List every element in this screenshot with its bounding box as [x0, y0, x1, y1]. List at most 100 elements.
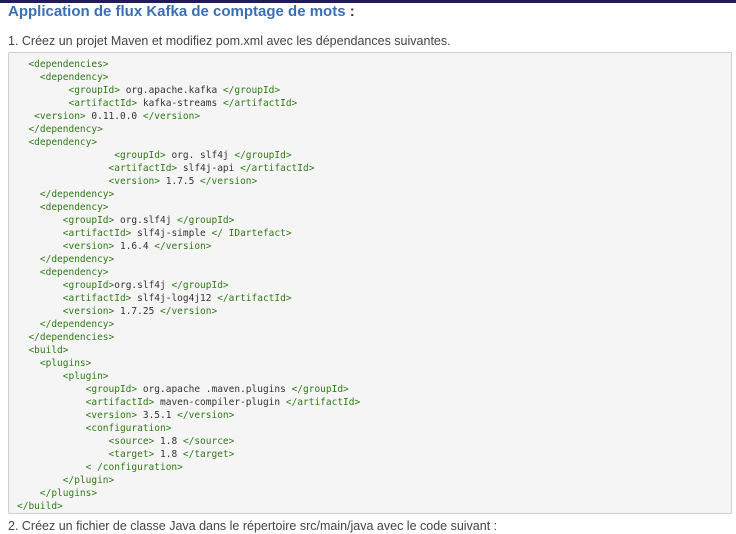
xml-tag: </groupId>	[171, 280, 229, 291]
xml-tag: <plugin>	[62, 371, 109, 382]
xml-tag: <artifactId>	[62, 228, 132, 239]
xml-value: 0.11.0.0	[85, 111, 143, 122]
xml-tag: </version>	[177, 410, 235, 421]
xml-tag: <artifactId>	[62, 293, 132, 304]
xml-tag: <version>	[85, 410, 138, 421]
xml-tag: <version>	[108, 176, 160, 187]
xml-value: 3.5.1	[137, 410, 178, 421]
xml-tag: </dependencies>	[28, 332, 115, 343]
code-line: <source> 1.8 </source>	[17, 435, 723, 448]
code-line: <groupId> org.apache .maven.plugins </gr…	[17, 383, 723, 396]
xml-tag: </version>	[200, 176, 258, 187]
xml-tag: <version>	[34, 111, 86, 122]
xml-value: 1.7.5	[160, 176, 201, 187]
xml-value: slf4j-log4j12	[131, 293, 218, 304]
xml-tag: <version>	[62, 241, 115, 252]
pom-xml-code: <dependencies> <dependency> <groupId> or…	[9, 53, 731, 513]
xml-tag: </target>	[182, 449, 235, 460]
xml-tag: <build>	[28, 345, 69, 356]
section-heading-title: Application de flux Kafka de comptage de…	[8, 3, 346, 20]
code-line: <groupId> org.apache.kafka </groupId>	[17, 84, 723, 97]
xml-tag: </artifactId>	[285, 397, 361, 408]
code-line: <dependency>	[17, 201, 723, 214]
xml-tag: </version>	[160, 306, 218, 317]
step-2-instruction: 2. Créez un fichier de classe Java dans …	[8, 519, 498, 533]
xml-tag: </dependency>	[39, 319, 115, 330]
xml-tag: <groupId>	[85, 384, 138, 395]
xml-tag: <groupId>	[62, 280, 115, 291]
code-line: <artifactId> maven-compiler-plugin </art…	[17, 396, 723, 409]
code-line: </dependency>	[17, 123, 723, 136]
xml-value: kafka-streams	[137, 98, 223, 109]
xml-value: 1.7.25	[114, 306, 161, 317]
code-line: <dependency>	[17, 71, 723, 84]
xml-tag: </plugin>	[62, 475, 115, 486]
xml-tag: </groupId>	[234, 150, 292, 161]
xml-tag: </groupId>	[177, 215, 235, 226]
xml-value: maven-compiler-plugin	[154, 397, 286, 408]
code-line: </dependency>	[17, 318, 723, 331]
code-line: <configuration>	[17, 422, 723, 435]
xml-tag: </artifactId>	[217, 293, 292, 304]
xml-tag: </version>	[154, 241, 212, 252]
xml-tag: <target>	[108, 449, 155, 460]
xml-value: org.apache.kafka	[119, 85, 223, 96]
xml-tag: <configuration>	[85, 423, 172, 434]
xml-tag: <dependencies>	[28, 59, 109, 70]
code-line: < /configuration>	[17, 461, 723, 474]
xml-tag: <groupId>	[68, 85, 120, 96]
xml-value: slf4j-simple	[131, 228, 212, 239]
section-heading-colon: :	[345, 3, 355, 20]
code-line: <target> 1.8 </target>	[17, 448, 723, 461]
xml-tag: </dependency>	[28, 124, 103, 135]
xml-value: org. slf4j	[165, 150, 235, 161]
xml-tag: <artifactId>	[85, 397, 155, 408]
code-line: </dependency>	[17, 253, 723, 266]
xml-tag: </dependency>	[39, 254, 115, 265]
code-line: <plugin>	[17, 370, 723, 383]
code-line: <plugins>	[17, 357, 723, 370]
section-heading: Application de flux Kafka de comptage de…	[8, 2, 355, 22]
xml-tag: </plugins>	[39, 488, 98, 499]
xml-value: 1.6.4	[114, 241, 155, 252]
xml-value: 1.8	[154, 436, 183, 447]
code-line: <version> 3.5.1 </version>	[17, 409, 723, 422]
code-line: <version> 1.7.25 </version>	[17, 305, 723, 318]
xml-value: org.slf4j	[114, 280, 172, 291]
xml-tag: </version>	[142, 111, 201, 122]
code-block[interactable]: <dependencies> <dependency> <groupId> or…	[8, 52, 732, 514]
code-line: </build>	[17, 500, 723, 513]
code-line: </plugin>	[17, 474, 723, 487]
xml-tag: <artifactId>	[68, 98, 138, 109]
code-line: </dependency>	[17, 188, 723, 201]
step-1-instruction: 1. Créez un projet Maven et modifiez pom…	[8, 34, 451, 48]
xml-value: org.apache .maven.plugins	[137, 384, 292, 395]
xml-tag: </artifactId>	[222, 98, 298, 109]
code-line: <version> 0.11.0.0 </version>	[17, 110, 723, 123]
xml-tag: <dependency>	[39, 72, 109, 83]
code-line: </dependencies>	[17, 331, 723, 344]
code-line: <dependencies>	[17, 58, 723, 71]
code-line: <dependency>	[17, 136, 723, 149]
code-line: <artifactId> slf4j-simple </ IDartefact>	[17, 227, 723, 240]
code-line: <groupId> org.slf4j </groupId>	[17, 214, 723, 227]
code-line: <artifactId> kafka-streams </artifactId>	[17, 97, 723, 110]
code-line: <groupId> org. slf4j </groupId>	[17, 149, 723, 162]
code-line: <groupId>org.slf4j </groupId>	[17, 279, 723, 292]
xml-tag: <plugins>	[39, 358, 92, 369]
xml-tag: </source>	[182, 436, 235, 447]
code-line: <version> 1.6.4 </version>	[17, 240, 723, 253]
code-line: <artifactId> slf4j-log4j12 </artifactId>	[17, 292, 723, 305]
xml-tag: </artifactId>	[240, 163, 315, 174]
xml-tag: <source>	[108, 436, 155, 447]
code-line: <dependency>	[17, 266, 723, 279]
xml-tag: </groupId>	[222, 85, 281, 96]
xml-tag: < /configuration>	[85, 462, 183, 473]
xml-tag: </build>	[17, 501, 63, 512]
code-line: <version> 1.7.5 </version>	[17, 175, 723, 188]
xml-tag: <version>	[62, 306, 115, 317]
xml-tag: </groupId>	[291, 384, 349, 395]
code-line: <build>	[17, 344, 723, 357]
xml-tag: <artifactId>	[108, 163, 178, 174]
xml-value: 1.8	[154, 449, 183, 460]
